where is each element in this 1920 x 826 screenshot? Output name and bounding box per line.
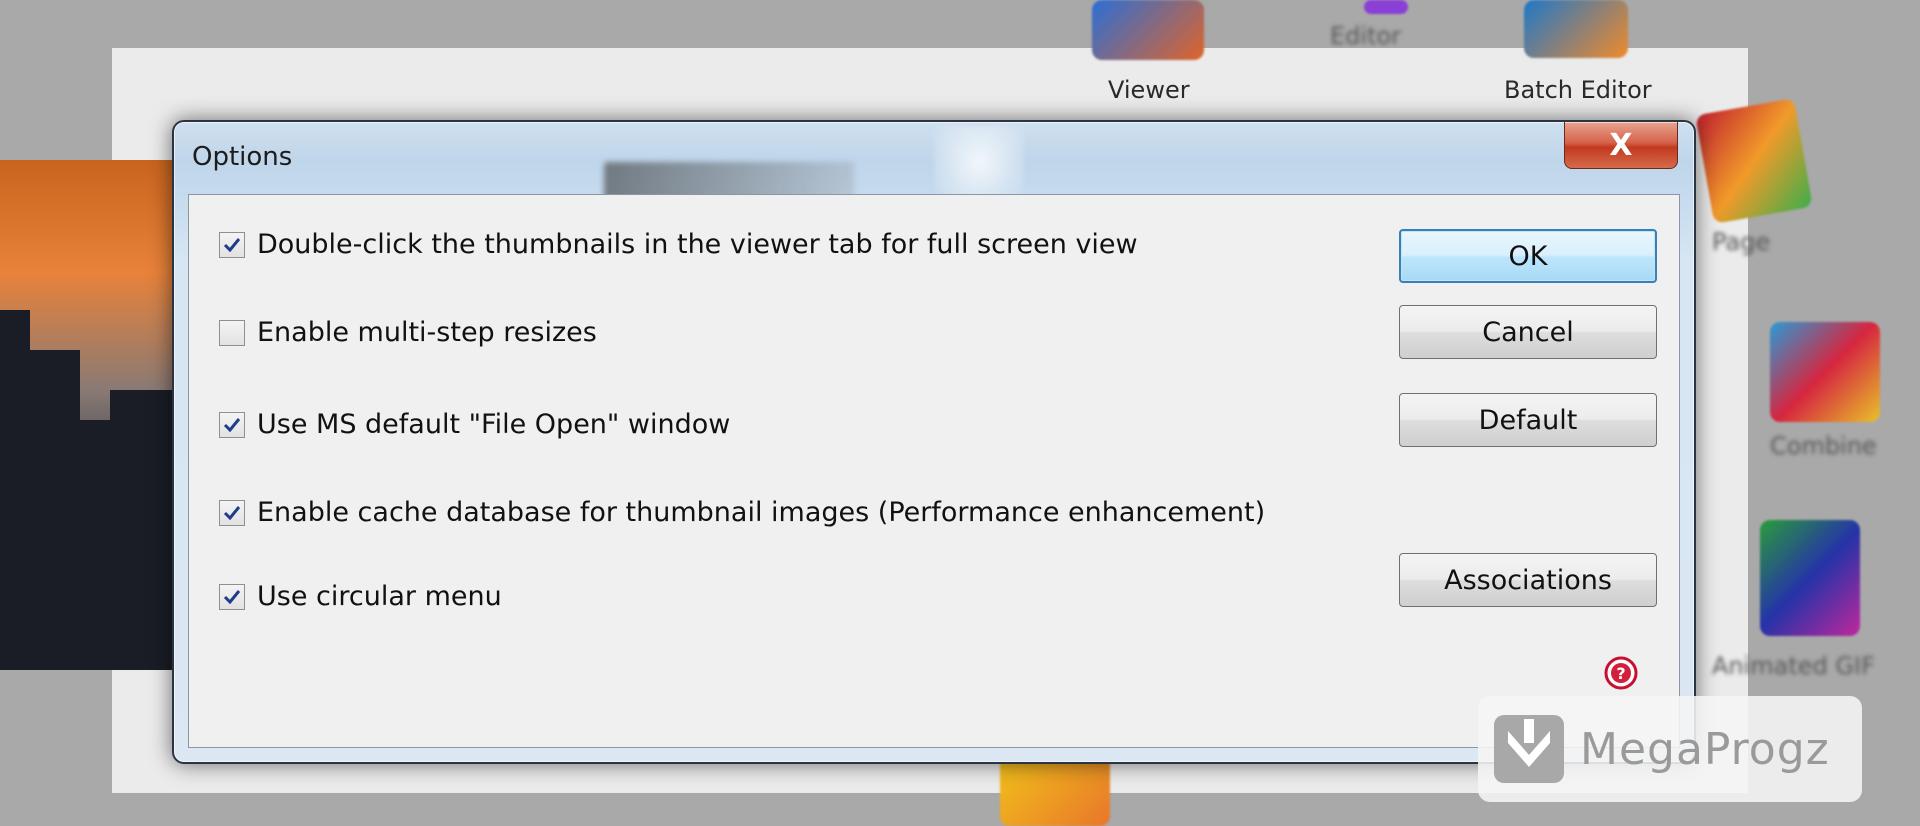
option-label: Use circular menu [257, 581, 502, 612]
checkbox-multistep-resize[interactable] [219, 319, 245, 346]
ok-button[interactable]: OK [1399, 229, 1657, 283]
option-multistep-resize[interactable]: Enable multi-step resizes [219, 317, 597, 348]
watermark: MegaProgz [1478, 696, 1862, 802]
option-label: Double-click the thumbnails in the viewe… [257, 229, 1138, 260]
help-icon[interactable]: ? [1603, 655, 1639, 691]
desktop-label-batch-editor[interactable]: Batch Editor [1504, 76, 1652, 104]
close-button[interactable]: X [1564, 122, 1678, 169]
checkbox-ms-file-open[interactable] [219, 411, 245, 438]
page-icon[interactable] [1695, 98, 1813, 224]
option-label: Enable multi-step resizes [257, 317, 597, 348]
desktop-label-combine[interactable]: Combine [1770, 432, 1877, 460]
combine-icon[interactable] [1770, 322, 1880, 422]
folder-icon [1000, 756, 1110, 826]
batch-editor-icon[interactable] [1524, 0, 1628, 58]
editor-icon[interactable] [1364, 0, 1408, 14]
desktop-label-editor[interactable]: Editor [1330, 22, 1401, 50]
option-cache-database[interactable]: Enable cache database for thumbnail imag… [219, 497, 1265, 528]
megaprogz-logo-icon [1494, 715, 1564, 783]
desktop-label-page[interactable]: Page [1712, 228, 1770, 256]
checkmark-icon [223, 237, 241, 252]
option-circular-menu[interactable]: Use circular menu [219, 581, 502, 612]
checkbox-fullscreen-doubleclick[interactable] [219, 231, 245, 258]
option-label: Use MS default "File Open" window [257, 409, 731, 440]
animated-gif-icon[interactable] [1760, 520, 1860, 636]
checkmark-icon [223, 589, 241, 604]
associations-button[interactable]: Associations [1399, 553, 1657, 607]
background-photo [0, 160, 185, 670]
viewer-icon[interactable] [1092, 0, 1204, 60]
option-ms-file-open[interactable]: Use MS default "File Open" window [219, 409, 730, 440]
desktop-label-viewer[interactable]: Viewer [1108, 76, 1190, 104]
option-fullscreen-doubleclick[interactable]: Double-click the thumbnails in the viewe… [219, 229, 1138, 260]
cancel-button[interactable]: Cancel [1399, 305, 1657, 359]
dialog-content: Double-click the thumbnails in the viewe… [188, 194, 1680, 748]
options-dialog: Options X Double-click the thumbnails in… [172, 120, 1696, 764]
checkmark-icon [223, 417, 241, 432]
checkmark-icon [223, 505, 241, 520]
watermark-text: MegaProgz [1580, 723, 1830, 775]
dialog-title: Options [192, 142, 293, 172]
checkbox-cache-database[interactable] [219, 499, 245, 526]
desktop-label-animated-gif[interactable]: Animated GIF [1712, 652, 1875, 680]
default-button[interactable]: Default [1399, 393, 1657, 447]
svg-text:?: ? [1616, 664, 1625, 683]
checkbox-circular-menu[interactable] [219, 583, 245, 610]
title-bar-glow [934, 126, 1024, 198]
close-icon: X [1609, 127, 1633, 163]
option-label: Enable cache database for thumbnail imag… [257, 497, 1266, 528]
